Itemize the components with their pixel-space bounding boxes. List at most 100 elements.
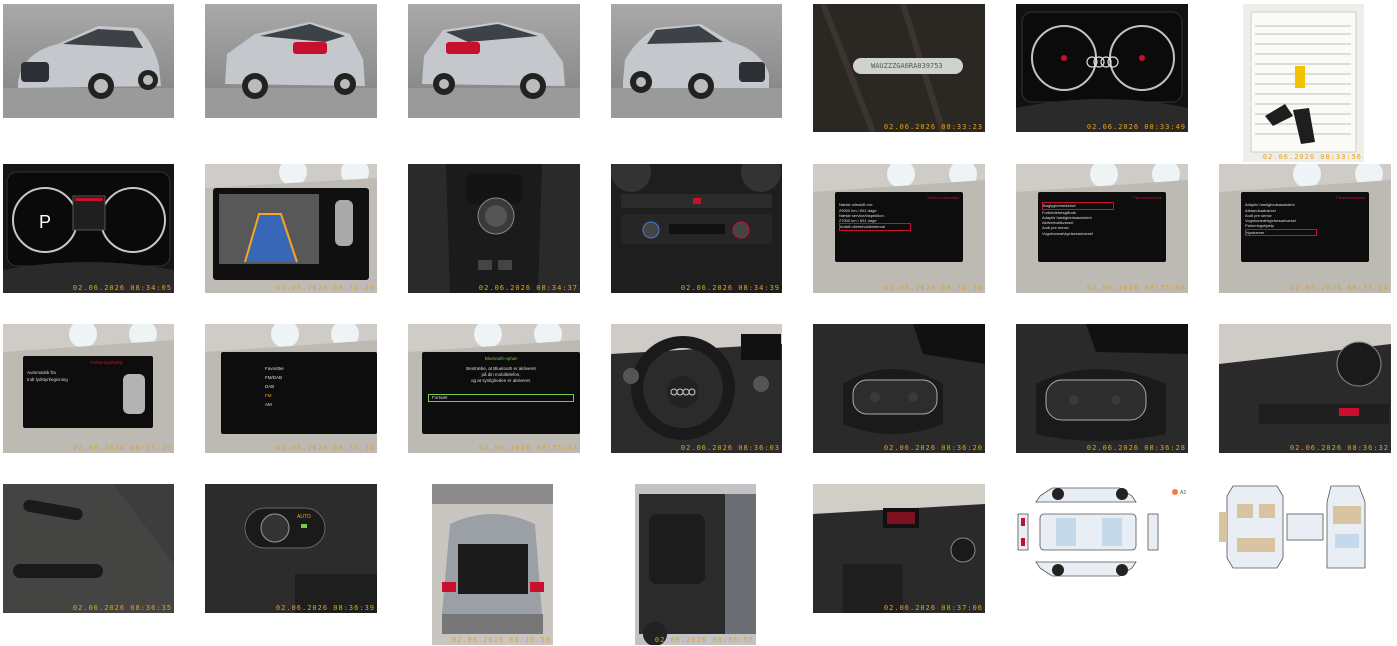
photo-dashboard-wide[interactable]: 02.06.2026 08:37:06: [813, 484, 985, 613]
mmi-screen: Førerassistance Adaptiv hastighedsassist…: [1245, 195, 1365, 259]
rear-seats-image: [635, 484, 756, 645]
photo-timestamp: 02.06.2026 08:34:29: [275, 284, 375, 292]
mmi-line: Automatisk fra: [27, 370, 56, 375]
mmi-screen: Parkeringshjælp Automatisk fra Indt lyds…: [27, 359, 123, 419]
photo-timestamp: 02.06.2026 08:36:03: [680, 444, 780, 452]
photo-timestamp: 02.06.2026 08:36:32: [1289, 444, 1389, 452]
mmi-line: og at synligheden er aktiveret.: [470, 378, 532, 383]
mmi-screen: Førerassistance Baglygtebrækstrøl Forbin…: [1042, 195, 1162, 259]
dash-vent-image: [1219, 324, 1391, 453]
photo-timestamp: 02.06.2026 08:36:50: [451, 636, 551, 644]
photo-wheel-right-buttons[interactable]: 02.06.2026 08:36:28: [1016, 324, 1188, 453]
svg-text:P: P: [39, 212, 51, 232]
photo-timestamp: 02.06.2026 08:36:35: [72, 604, 172, 612]
photo-stalk-left[interactable]: 02.06.2026 08:36:35: [3, 484, 174, 613]
photo-timestamp: 02.06.2026 08:33:56: [1262, 153, 1362, 161]
photo-ext-front-right[interactable]: [611, 4, 782, 118]
mmi-line: Nystramer: [1245, 228, 1317, 237]
dashboard-image: [813, 484, 985, 613]
mmi-screen: Bluetooth-ophør Bestræbe, at Bluetooth e…: [428, 356, 574, 426]
photo-timestamp: 02.06.2026 08:34:05: [72, 284, 172, 292]
mmi-header: Service intervaller: [927, 195, 959, 200]
steering-wheel-image: [611, 324, 782, 453]
photo-timestamp: 02.06.2026 08:35:47: [478, 444, 578, 452]
photo-timestamp: 02.06.2026 08:33:23: [883, 123, 983, 131]
photo-timestamp: 02.06.2026 08:33:49: [1086, 123, 1186, 131]
photo-timestamp: 02.06.2026 08:34:56: [883, 284, 983, 292]
mmi-line: DAB: [265, 384, 275, 389]
photo-trunk-open[interactable]: 02.06.2026 08:36:50: [432, 484, 553, 645]
mmi-continue-button[interactable]: Fortsæt: [428, 394, 574, 402]
photo-timestamp: 02.06.2026 08:35:38: [275, 444, 375, 452]
mmi-line: FM/DAB: [265, 375, 283, 380]
photo-service-book-keys[interactable]: 02.06.2026 08:33:56: [1243, 4, 1364, 162]
photo-timestamp: 02.06.2026 08:35:29: [72, 444, 172, 452]
photo-mmi-assist-2[interactable]: Førerassistance Adaptiv hastighedsassist…: [1219, 164, 1391, 293]
mmi-line: Vognbaneafvigelsesadvarsel: [1042, 230, 1093, 236]
photo-timestamp: 02.06.2026 08:36:28: [1086, 444, 1186, 452]
stalk-image: [3, 484, 174, 613]
svg-text:AUTO: AUTO: [297, 514, 311, 520]
photo-steering-wheel[interactable]: 02.06.2026 08:36:03: [611, 324, 782, 453]
mmi-line: Baglygtebrækstrøl: [1042, 202, 1114, 210]
photo-ext-rear-left[interactable]: [205, 4, 377, 118]
mmi-header: Parkeringshjælp: [90, 360, 123, 365]
damage-legend-label: A2: [1180, 490, 1187, 496]
rear-camera-screen-image: [205, 164, 377, 293]
photo-timestamp: 02.06.2026 08:35:14: [1289, 284, 1389, 292]
photo-rear-seats[interactable]: 02.06.2026 08:36:58: [635, 484, 756, 645]
mmi-header: Bluetooth-ophør: [484, 356, 518, 361]
photo-cluster-mileage[interactable]: 02.06.2026 08:33:49: [1016, 4, 1188, 132]
photo-light-switch[interactable]: AUTO 02.06.2026 08:36:39: [205, 484, 377, 613]
photo-climate-panel[interactable]: 02.06.2026 08:34:39: [611, 164, 782, 293]
car-rear-right-image: [408, 22, 580, 118]
mmi-screen: Favoritter FM/DAB DAB FM AM: [265, 364, 325, 424]
photo-timestamp: 02.06.2026 08:35:06: [1086, 284, 1186, 292]
photo-timestamp: 02.06.2026 08:34:37: [478, 284, 578, 292]
photo-ext-rear-right[interactable]: [408, 4, 580, 118]
photo-wheel-left-buttons[interactable]: 02.06.2026 08:36:20: [813, 324, 985, 453]
damage-diagram-exterior: [1016, 484, 1188, 580]
photo-mmi-bluetooth[interactable]: Bluetooth-ophør Bestræbe, at Bluetooth e…: [408, 324, 580, 453]
mmi-screen: Service intervaller Næste olieskift om: …: [839, 195, 959, 259]
photo-timestamp: 02.06.2026 08:34:39: [680, 284, 780, 292]
mmi-line: AM: [265, 402, 272, 407]
photo-mmi-radio[interactable]: Favoritter FM/DAB DAB FM AM 02.06.2026 0…: [205, 324, 377, 453]
photo-mmi-service[interactable]: Service intervaller Næste olieskift om: …: [813, 164, 985, 293]
photo-center-console[interactable]: 02.06.2026 08:34:37: [408, 164, 580, 293]
service-document-image: [1243, 4, 1364, 162]
photo-rear-camera[interactable]: 02.06.2026 08:34:29: [205, 164, 377, 293]
climate-panel-image: [611, 164, 782, 293]
damage-legend-dot: [1172, 489, 1178, 495]
trunk-image: [432, 484, 553, 645]
mmi-header: Førerassistance: [1336, 195, 1365, 200]
photo-timestamp: 02.06.2026 08:37:06: [883, 604, 983, 612]
mmi-line: Indstil oliebeholdeinterval: [839, 223, 911, 231]
photo-timestamp: 02.06.2026 08:36:20: [883, 444, 983, 452]
photo-vin-plate[interactable]: WAUZZZGA6RA039753 02.06.2026 08:33:23: [813, 4, 985, 132]
mmi-line: Indt lydstyrkegivning: [27, 377, 68, 382]
photo-mmi-assist-1[interactable]: Førerassistance Baglygtebrækstrøl Forbin…: [1016, 164, 1188, 293]
vin-number: WAUZZZGA6RA039753: [871, 62, 943, 70]
instrument-cluster-image: [1016, 4, 1188, 132]
mmi-line: FM: [265, 393, 272, 398]
photo-gallery: WAUZZZGA6RA039753 02.06.2026 08:33:23 02…: [0, 0, 1397, 646]
steering-buttons-image: [813, 324, 985, 453]
photo-timestamp: 02.06.2026 08:36:39: [275, 604, 375, 612]
photo-damage-diagram-exterior[interactable]: A2: [1016, 484, 1188, 580]
photo-timestamp: 02.06.2026 08:36:58: [654, 636, 754, 644]
damage-diagram-interior: [1219, 484, 1369, 570]
photo-cluster-park[interactable]: P 02.06.2026 08:34:05: [3, 164, 174, 293]
center-console-image: [408, 164, 580, 293]
mmi-header: Førerassistance: [1133, 195, 1162, 200]
photo-mmi-parking[interactable]: Parkeringshjælp Automatisk fra Indt lyds…: [3, 324, 174, 453]
light-switch-image: AUTO: [205, 484, 377, 613]
car-rear-left-image: [205, 22, 377, 118]
steering-buttons-image: [1016, 324, 1188, 453]
car-front-right-image: [611, 24, 782, 118]
photo-dash-vent[interactable]: 02.06.2026 08:36:32: [1219, 324, 1391, 453]
photo-ext-front-left[interactable]: [3, 4, 174, 118]
mmi-line: Favoritter: [265, 366, 285, 371]
photo-damage-diagram-interior[interactable]: [1219, 484, 1369, 570]
instrument-cluster-image: P: [3, 164, 174, 293]
